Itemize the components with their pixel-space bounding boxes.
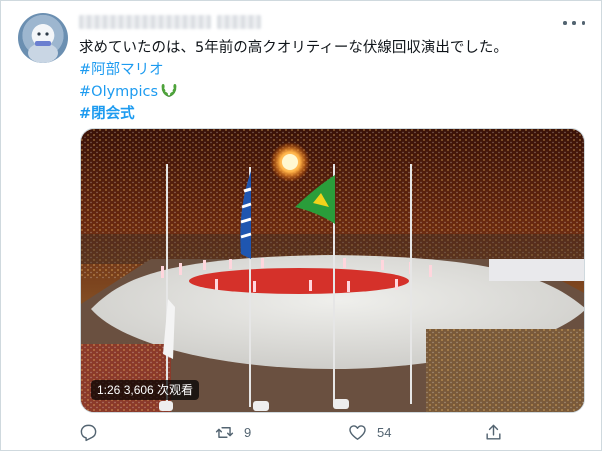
- tweet-text: 求めていたのは、5年前の高クオリティーな伏線回収演出でした。 #阿部マリオ #O…: [79, 37, 579, 125]
- retweet-icon: [215, 427, 234, 438]
- retweet-button[interactable]: 9: [215, 423, 251, 442]
- tweet-card[interactable]: 求めていたのは、5年前の高クオリティーな伏線回収演出でした。 #阿部マリオ #O…: [0, 0, 602, 451]
- reply-icon: [80, 424, 97, 442]
- tweet-actions: 9 54: [79, 423, 509, 445]
- like-button[interactable]: 54: [348, 423, 391, 442]
- reply-button[interactable]: [79, 423, 108, 442]
- hashtag-olympics[interactable]: #Olympics: [79, 84, 158, 100]
- hashtag-abe-mario[interactable]: #阿部マリオ: [79, 59, 579, 81]
- hashtag-closing-ceremony[interactable]: #閉会式: [79, 103, 579, 125]
- avatar[interactable]: [18, 13, 68, 63]
- video-duration-views-badge: 1:26 3,606 次观看: [91, 380, 200, 400]
- tweet-body-text: 求めていたのは、5年前の高クオリティーな伏線回収演出でした。: [79, 40, 508, 56]
- laurel-wreath-icon: [161, 84, 177, 97]
- heart-icon: [349, 425, 366, 440]
- avatar-image: [28, 24, 58, 63]
- retweet-count: 9: [244, 425, 252, 440]
- share-button[interactable]: [484, 423, 513, 442]
- author-name-redacted[interactable]: [79, 15, 269, 31]
- more-options-icon[interactable]: [563, 15, 585, 31]
- like-count: 54: [377, 425, 392, 440]
- share-icon: [486, 424, 501, 440]
- video-thumbnail: [81, 129, 584, 412]
- video-player[interactable]: 1:26 3,606 次观看: [80, 128, 585, 413]
